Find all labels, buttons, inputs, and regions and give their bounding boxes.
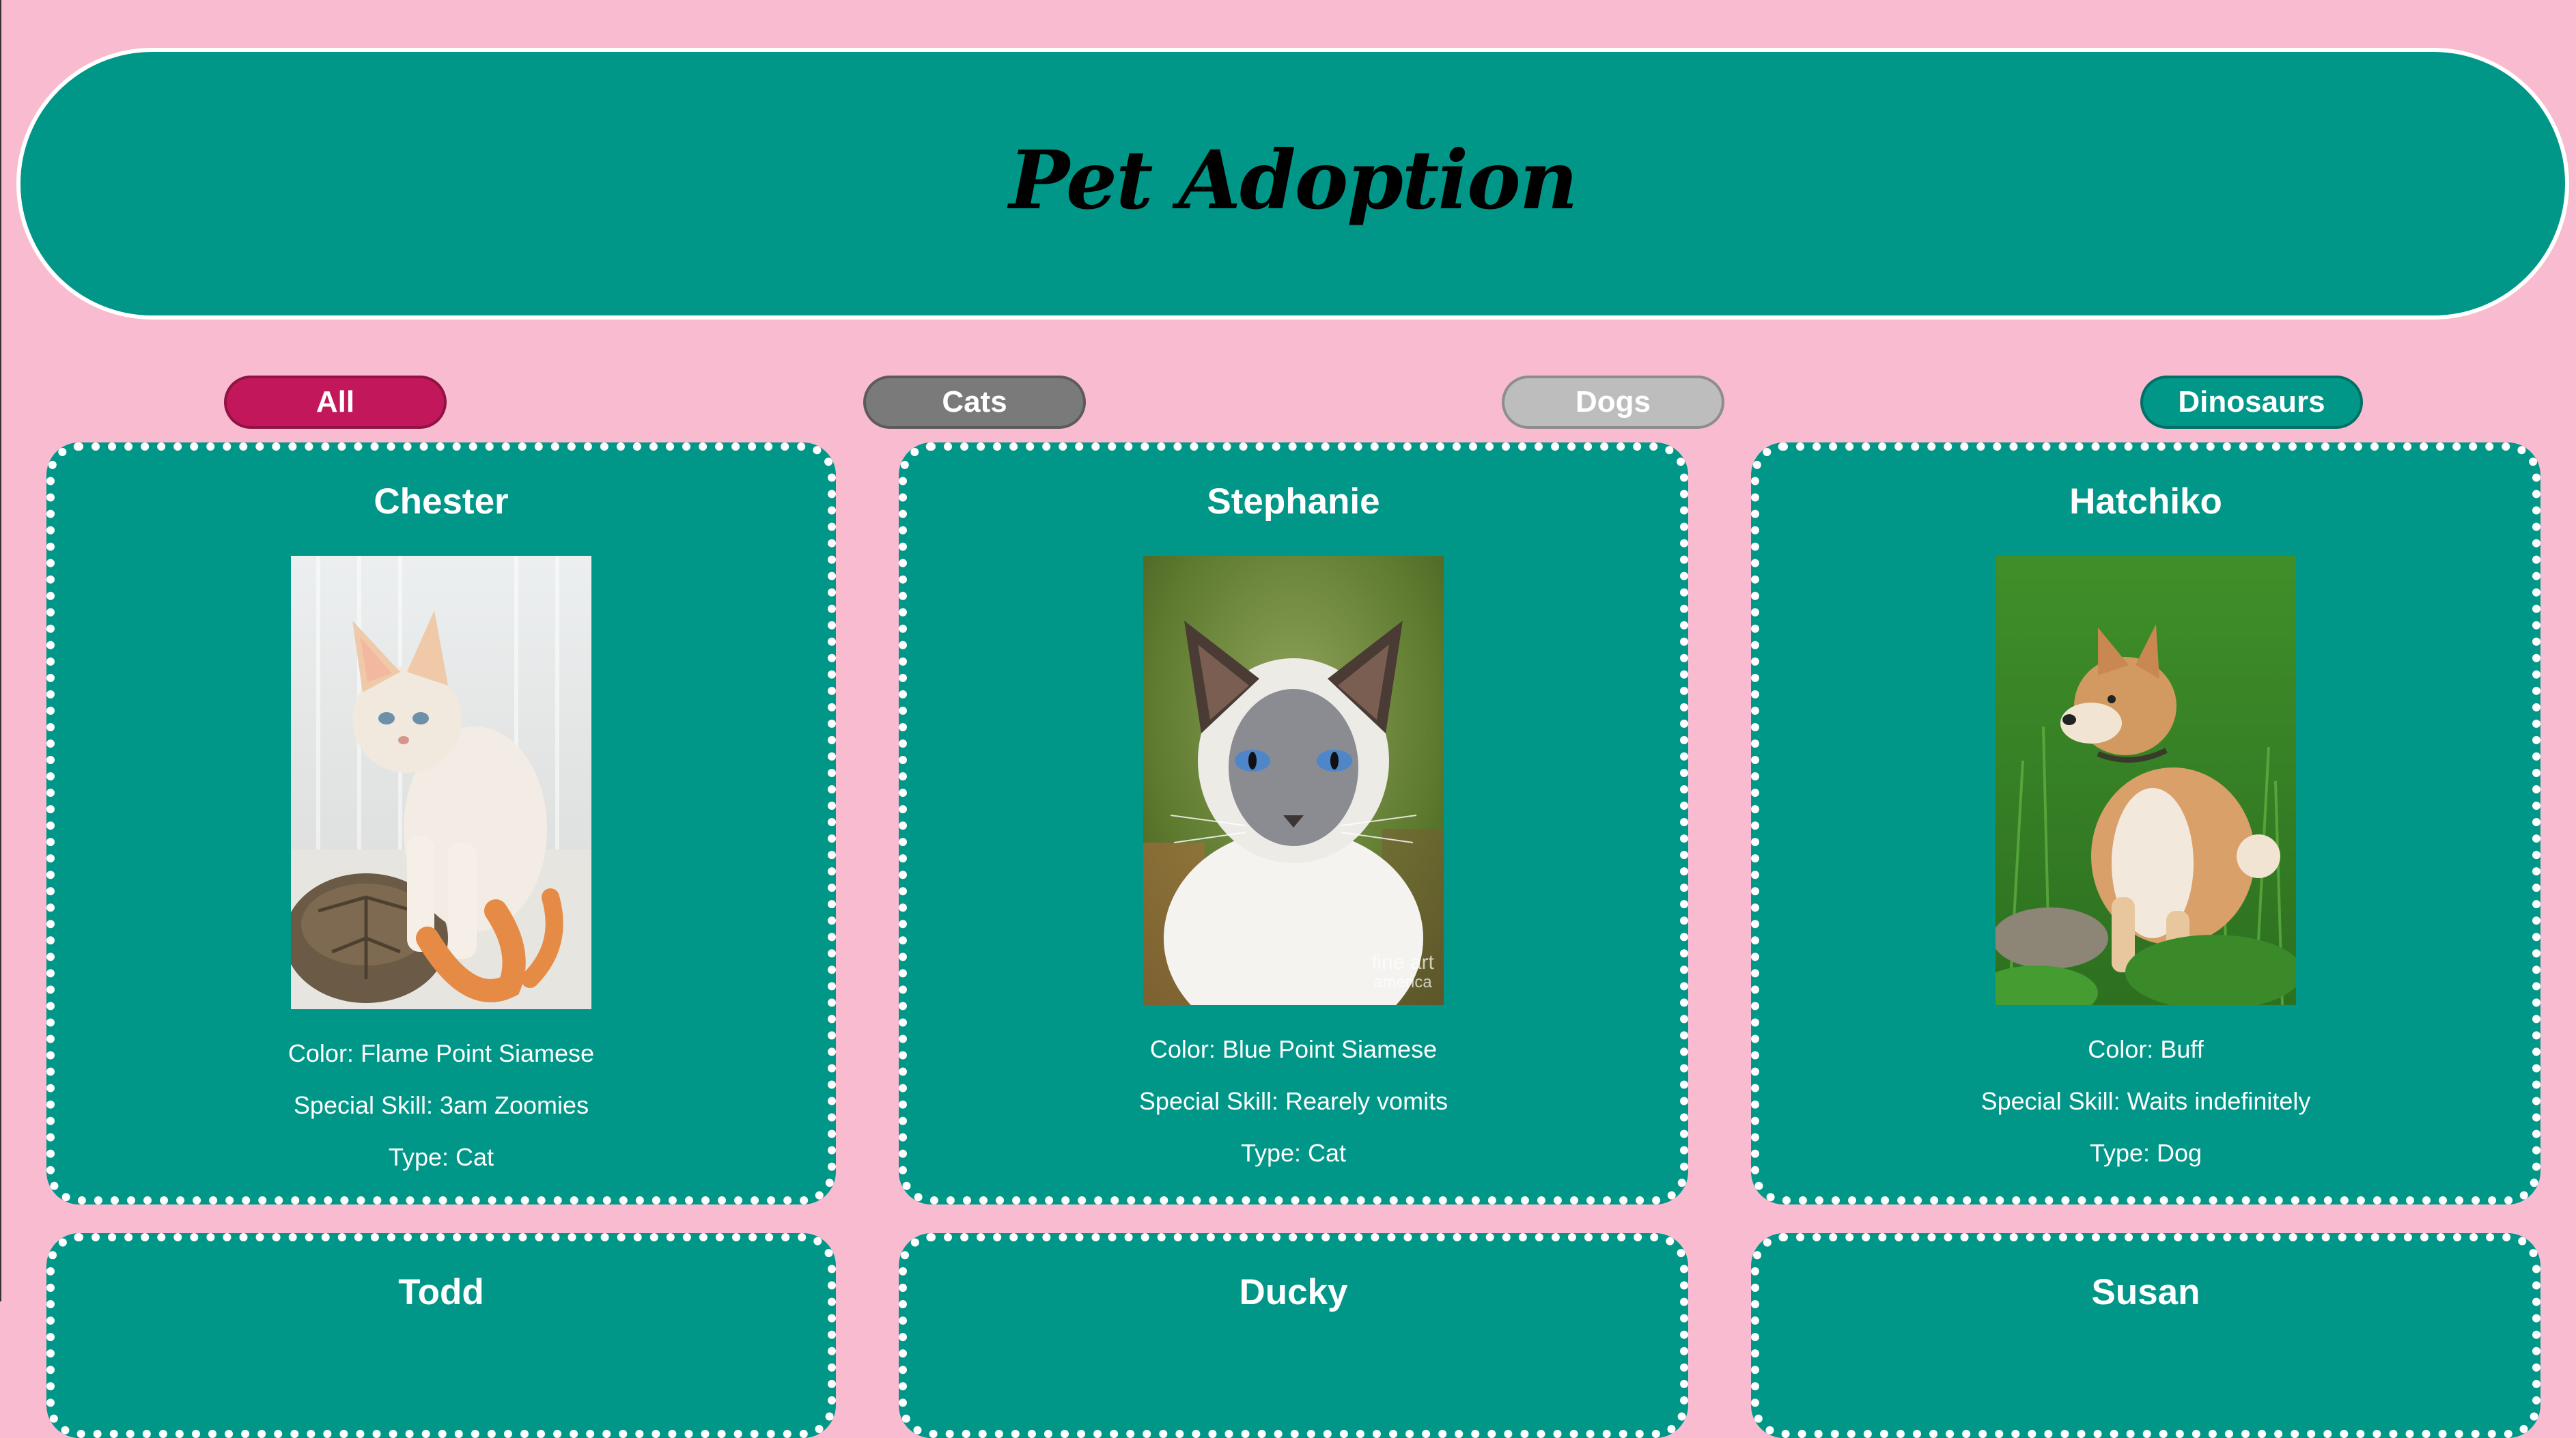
pet-special-skill: Special Skill: Rearely vomits [1138, 1087, 1448, 1115]
pet-type: Type: Cat [1240, 1139, 1347, 1167]
filter-dogs-button[interactable]: Dogs [1502, 376, 1724, 429]
page-header: Pet Adoption [16, 48, 2569, 320]
filter-cats-button[interactable]: Cats [863, 376, 1086, 429]
filter-cats-label: Cats [942, 385, 1007, 419]
pet-card[interactable]: Chester Color: Flame Point Siamese Speci… [46, 442, 836, 1204]
pet-name: Chester [374, 481, 509, 522]
pet-card[interactable]: Todd [46, 1233, 836, 1438]
filter-all-button[interactable]: All [224, 376, 447, 429]
pet-type: Type: Dog [2089, 1139, 2202, 1167]
pet-card[interactable]: Ducky [899, 1233, 1688, 1438]
pet-type: Type: Cat [388, 1143, 494, 1171]
svg-text:america: america [1373, 973, 1432, 991]
filter-dogs-label: Dogs [1576, 385, 1651, 419]
pet-card[interactable]: Stephanie fine art america Color: Blue P… [899, 442, 1688, 1204]
filter-dinosaurs-button[interactable]: Dinosaurs [2140, 376, 2363, 429]
pet-color: Color: Buff [2088, 1035, 2204, 1063]
filter-dinosaurs-label: Dinosaurs [2178, 385, 2325, 419]
page-title: Pet Adoption [1009, 132, 1578, 227]
pet-special-skill: Special Skill: 3am Zoomies [293, 1091, 589, 1119]
pet-color: Color: Flame Point Siamese [288, 1039, 595, 1067]
pet-card[interactable]: Hatchiko Color: Buff Special Skill: Wait… [1751, 442, 2540, 1204]
pet-card[interactable]: Susan [1751, 1233, 2540, 1438]
dog-photo-icon [1996, 556, 2296, 1005]
pet-name: Susan [2091, 1272, 2200, 1312]
cat-photo-icon [291, 556, 591, 1009]
pet-name: Todd [398, 1272, 484, 1312]
filter-all-label: All [316, 385, 355, 419]
pet-color: Color: Blue Point Siamese [1149, 1035, 1438, 1063]
pet-name: Hatchiko [2069, 481, 2222, 522]
pet-name: Ducky [1239, 1272, 1348, 1312]
pet-name: Stephanie [1207, 481, 1380, 522]
pet-special-skill: Special Skill: Waits indefinitely [1980, 1087, 2311, 1115]
photo-watermark: fine art [1371, 951, 1434, 974]
cat-photo-icon: fine art america [1143, 556, 1444, 1005]
